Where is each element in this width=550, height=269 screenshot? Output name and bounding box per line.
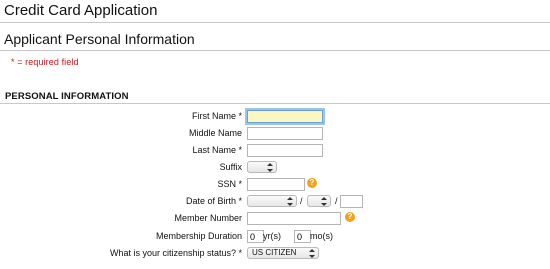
last-name-input[interactable] — [247, 144, 323, 157]
suffix-select[interactable] — [247, 161, 277, 173]
citizenship-value: US CITIZEN — [252, 248, 297, 257]
membership-months-input[interactable] — [294, 230, 311, 243]
dob-year-input[interactable] — [340, 195, 363, 208]
dob-label: Date of Birth * — [185, 196, 242, 206]
first-name-label: First Name * — [191, 111, 242, 121]
dropdown-arrows-icon — [321, 197, 327, 206]
ssn-help-icon[interactable]: ? — [307, 178, 317, 188]
dropdown-arrows-icon — [287, 197, 293, 206]
dob-separator: / — [300, 196, 303, 206]
citizenship-label: What is your citizenship status? * — [109, 248, 242, 258]
membership-years-input[interactable] — [247, 230, 264, 243]
divider — [0, 22, 550, 23]
page-title: Credit Card Application — [4, 2, 158, 19]
personal-information-heading: PERSONAL INFORMATION — [5, 91, 129, 102]
citizenship-select[interactable]: US CITIZEN — [247, 247, 319, 259]
divider — [0, 103, 550, 104]
member-number-help-icon[interactable]: ? — [345, 212, 355, 222]
member-number-input[interactable] — [247, 212, 341, 225]
member-number-label: Member Number — [174, 213, 242, 223]
divider — [0, 50, 550, 51]
section-heading: Applicant Personal Information — [4, 31, 195, 47]
dob-day-select[interactable] — [307, 195, 331, 207]
membership-duration-label: Membership Duration — [155, 231, 242, 241]
dob-separator: / — [335, 196, 338, 206]
middle-name-input[interactable] — [247, 127, 323, 140]
suffix-label: Suffix — [219, 162, 242, 172]
months-unit-label: mo(s) — [310, 231, 333, 241]
ssn-input[interactable] — [247, 178, 305, 191]
dob-month-select[interactable] — [247, 195, 297, 207]
ssn-label: SSN * — [217, 179, 242, 189]
last-name-label: Last Name * — [192, 145, 242, 155]
middle-name-label: Middle Name — [188, 128, 242, 138]
years-unit-label: yr(s) — [263, 231, 281, 241]
dropdown-arrows-icon — [267, 163, 273, 172]
first-name-input[interactable] — [247, 110, 323, 123]
required-field-note: * = required field — [11, 57, 79, 67]
dropdown-arrows-icon — [309, 249, 315, 258]
